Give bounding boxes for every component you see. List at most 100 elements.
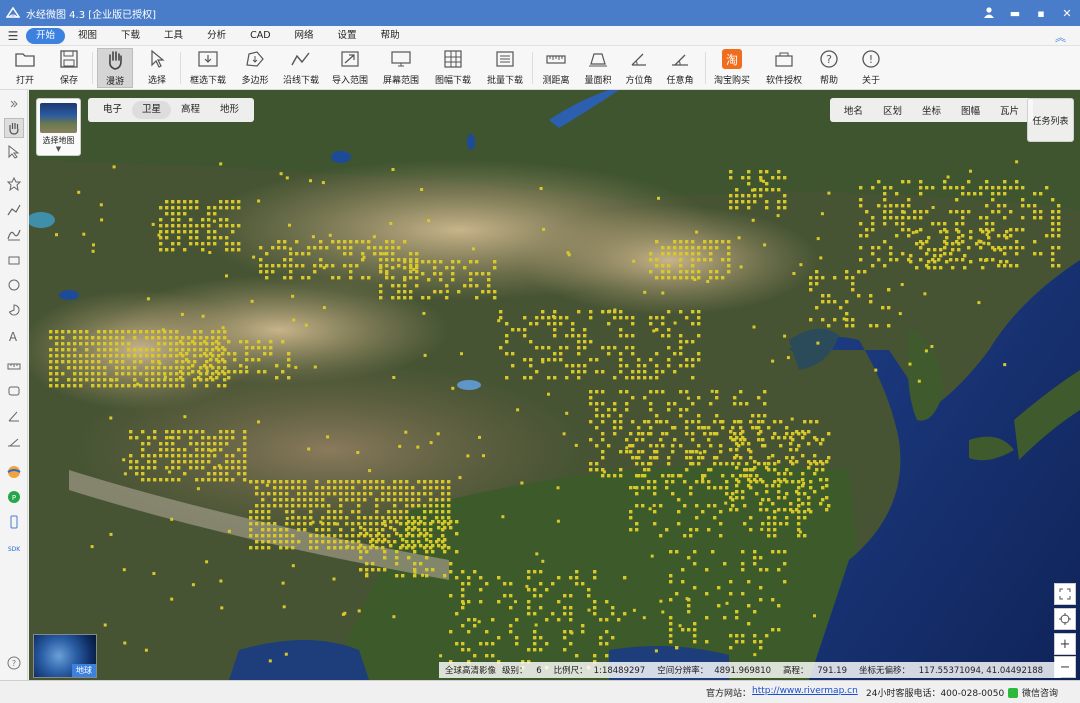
polygon-download-button[interactable]: 多边形 xyxy=(236,48,274,88)
overlay-sheets[interactable]: 图幅 xyxy=(951,103,990,117)
help-circle-icon[interactable]: ? xyxy=(4,653,24,673)
tile-marker xyxy=(369,492,373,496)
map-canvas[interactable]: 选择地图 ▼ 电子 卫星 高程 地形 地名 区划 坐标 图幅 瓦片 任务列表 +… xyxy=(29,90,1080,680)
rect-download-button[interactable]: 框选下载 xyxy=(186,48,230,88)
draw-sector-icon[interactable] xyxy=(4,300,24,320)
batch-download-button[interactable]: 批量下载 xyxy=(484,48,526,88)
wechat-consult-button[interactable]: 微信咨询 xyxy=(1008,686,1058,699)
tile-marker xyxy=(461,648,465,652)
close-icon[interactable]: ✕ xyxy=(1054,7,1080,20)
earth-view-button[interactable]: 地球 xyxy=(33,634,97,678)
draw-circle-icon[interactable] xyxy=(4,275,24,295)
plugin-green-icon[interactable]: P xyxy=(4,487,24,507)
area-tool-icon[interactable] xyxy=(4,381,24,401)
tile-marker xyxy=(895,222,899,226)
draw-rectangle-icon[interactable] xyxy=(4,250,24,270)
draw-line-icon[interactable] xyxy=(4,200,24,220)
collapse-ribbon-icon[interactable]: ︽ xyxy=(1055,29,1066,45)
tile-marker xyxy=(789,502,793,506)
fullscreen-icon[interactable] xyxy=(1054,583,1076,605)
restore-icon[interactable]: ▪ xyxy=(1028,7,1054,20)
menu-cad[interactable]: CAD xyxy=(239,28,281,44)
about-button[interactable]: ! 关于 xyxy=(856,48,886,88)
tile-marker xyxy=(697,334,701,338)
tile-marker xyxy=(231,430,235,434)
tile-marker xyxy=(753,478,757,482)
overlay-districts[interactable]: 区划 xyxy=(873,103,912,117)
tile-marker xyxy=(979,258,983,262)
tile-marker xyxy=(713,486,717,490)
user-icon[interactable] xyxy=(976,6,1002,21)
sheet-download-button[interactable]: 图幅下载 xyxy=(430,48,476,88)
add-text-icon[interactable]: A xyxy=(4,326,24,346)
pan-button[interactable]: 漫游 xyxy=(97,48,133,88)
taobao-buy-button[interactable]: 淘 淘宝购买 xyxy=(711,48,753,88)
screen-range-button[interactable]: 屏幕范围 xyxy=(380,48,422,88)
save-button[interactable]: 保存 xyxy=(52,48,86,88)
tile-marker xyxy=(479,600,483,604)
overlay-tiles[interactable]: 瓦片 xyxy=(990,103,1029,117)
menu-download[interactable]: 下载 xyxy=(110,28,151,44)
angle-tool-icon[interactable] xyxy=(4,431,24,451)
maptype-electronic[interactable]: 电子 xyxy=(93,101,132,119)
menu-start[interactable]: 开始 xyxy=(26,27,66,44)
line-download-button[interactable]: 沿线下载 xyxy=(280,48,322,88)
menu-view[interactable]: 视图 xyxy=(67,28,108,44)
select-button[interactable]: 选择 xyxy=(140,48,174,88)
tile-marker xyxy=(439,290,443,294)
tile-marker xyxy=(346,544,350,548)
tile-marker xyxy=(595,390,599,394)
task-list-button[interactable]: 任务列表 xyxy=(1027,98,1074,142)
plugin-colorful-icon[interactable] xyxy=(4,462,24,482)
hamburger-menu-icon[interactable]: ☰ xyxy=(0,29,26,43)
sdk-icon[interactable]: SDK xyxy=(4,538,24,558)
website-link[interactable]: http://www.rivermap.cn xyxy=(752,686,858,696)
menu-analysis[interactable]: 分析 xyxy=(196,28,237,44)
tile-marker xyxy=(365,550,369,554)
tile-marker xyxy=(55,354,59,358)
maptype-satellite[interactable]: 卫星 xyxy=(132,101,172,119)
tile-marker xyxy=(422,311,426,315)
select-tool-icon[interactable] xyxy=(4,142,24,162)
azimuth-tool-icon[interactable] xyxy=(4,406,24,426)
menu-settings[interactable]: 设置 xyxy=(327,28,368,44)
tile-marker xyxy=(637,370,641,374)
zoom-in-icon[interactable]: + xyxy=(1054,633,1076,655)
tile-marker xyxy=(497,576,501,580)
arbitrary-angle-button[interactable]: 任意角 xyxy=(662,48,698,88)
tile-marker xyxy=(469,284,473,288)
measure-distance-button[interactable]: 测距离 xyxy=(538,48,574,88)
overlay-coordinates[interactable]: 坐标 xyxy=(912,103,951,117)
maptype-terrain[interactable]: 地形 xyxy=(210,101,249,119)
tile-marker xyxy=(719,534,723,538)
tile-marker xyxy=(303,492,307,496)
help-button[interactable]: ? 帮助 xyxy=(814,48,844,88)
draw-curve-icon[interactable] xyxy=(4,224,24,244)
tile-marker xyxy=(557,576,561,580)
tile-marker xyxy=(697,462,701,466)
tile-marker xyxy=(751,414,755,418)
draw-point-icon[interactable] xyxy=(4,174,24,194)
ruler-tool-icon[interactable] xyxy=(4,356,24,376)
menu-help[interactable]: 帮助 xyxy=(370,28,411,44)
maptype-elevation[interactable]: 高程 xyxy=(171,101,210,119)
minimize-icon[interactable]: ▬ xyxy=(1002,7,1028,20)
azimuth-button[interactable]: 方位角 xyxy=(622,48,656,88)
overlay-place-names[interactable]: 地名 xyxy=(834,103,873,117)
pan-tool-icon[interactable] xyxy=(4,118,24,138)
expand-panel-icon[interactable] xyxy=(4,94,24,114)
tile-marker xyxy=(92,243,95,247)
locate-icon[interactable] xyxy=(1054,608,1076,630)
tile-marker xyxy=(1003,252,1007,256)
phone-icon[interactable] xyxy=(4,512,24,532)
menu-network[interactable]: 网络 xyxy=(284,28,325,44)
basemap-selector[interactable]: 选择地图 ▼ xyxy=(36,98,81,156)
open-button[interactable]: 打开 xyxy=(8,48,42,88)
tile-marker xyxy=(643,290,647,294)
import-range-button[interactable]: 导入范围 xyxy=(330,48,370,88)
license-button[interactable]: 软件授权 xyxy=(762,48,806,88)
measure-area-button[interactable]: 量面积 xyxy=(580,48,616,88)
tile-marker xyxy=(61,330,65,334)
menu-tools[interactable]: 工具 xyxy=(153,28,194,44)
tile-marker xyxy=(419,562,423,566)
